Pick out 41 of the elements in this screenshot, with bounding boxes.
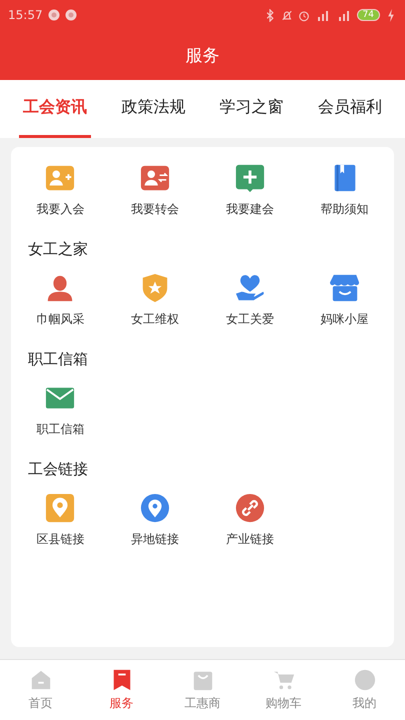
battery-level: 74 <box>356 9 380 21</box>
nav-tab[interactable]: 首页 <box>0 660 81 720</box>
add-icon <box>234 163 265 193</box>
alarm-icon <box>298 8 310 22</box>
section-title: 工会链接 <box>27 459 89 480</box>
location-pin-icon <box>140 493 170 523</box>
tab[interactable]: 会员福利 <box>314 80 386 138</box>
nav-tab[interactable]: 服务 <box>81 660 162 720</box>
heart-hand-icon <box>234 273 265 303</box>
link-icon <box>234 493 265 523</box>
service-item[interactable]: 女工维权 <box>108 269 202 338</box>
service-item[interactable]: 区县链接 <box>13 489 108 558</box>
service-item[interactable]: 巾帼风采 <box>13 269 108 338</box>
nav-tab[interactable]: 购物车 <box>243 660 324 720</box>
service-item[interactable]: 职工信箱 <box>13 379 108 448</box>
service-item[interactable]: 女工关爱 <box>202 269 298 338</box>
notification-icon <box>64 9 77 21</box>
shop-icon <box>330 273 360 303</box>
tab[interactable]: 学习之窗 <box>216 80 288 138</box>
section-title: 职工信箱 <box>27 349 89 370</box>
nav-tab[interactable]: 工惠商 <box>162 660 243 720</box>
user-icon <box>354 668 376 690</box>
service-item[interactable]: 我要建会 <box>202 159 298 228</box>
notification-icon <box>48 9 60 21</box>
page-title: 服务 <box>186 44 220 66</box>
nav-tab[interactable]: 我的 <box>324 660 405 720</box>
tab[interactable]: 工会资讯 <box>19 80 92 138</box>
mute-icon <box>280 8 293 22</box>
service-item[interactable]: 异地链接 <box>108 489 202 558</box>
service-item[interactable]: 产业链接 <box>202 489 298 558</box>
service-item[interactable]: 我要入会 <box>13 159 108 228</box>
transfer-user-icon <box>140 163 170 193</box>
status-time: 15:57 <box>8 8 43 22</box>
add-user-icon <box>45 163 76 193</box>
service-item[interactable]: 帮助须知 <box>297 159 392 228</box>
home-icon <box>30 668 52 690</box>
location-pin-icon <box>45 493 76 523</box>
service-item[interactable]: 我要转会 <box>108 159 202 228</box>
tab[interactable]: 政策法规 <box>117 80 190 138</box>
section-title: 女工之家 <box>27 239 89 260</box>
service-item[interactable]: 妈咪小屋 <box>297 269 392 338</box>
